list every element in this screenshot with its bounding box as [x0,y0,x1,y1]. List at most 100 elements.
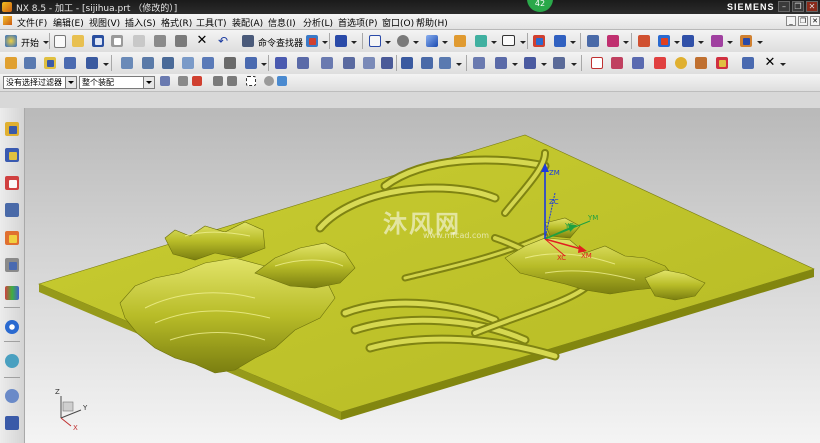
object-dropdown[interactable] [261,63,267,66]
background-color-dropdown[interactable] [520,41,526,44]
snap-arc-icon[interactable] [225,74,241,90]
create-operation-icon[interactable] [84,55,100,71]
select-box-icon[interactable] [244,74,260,90]
copy-object-icon[interactable] [243,55,259,71]
assembly-scope-combo[interactable]: 整个装配 [79,76,155,89]
verify-tool-path-icon[interactable] [341,55,357,71]
background-color-icon[interactable] [500,33,516,49]
feature-navigator-icon[interactable] [3,256,21,274]
show-hide-dropdown[interactable] [351,41,357,44]
assembly-navigator-icon[interactable] [3,120,21,138]
face-color-icon[interactable] [452,33,468,49]
menu-edit[interactable]: 编辑(E) [53,16,84,29]
selection-filter-combo[interactable]: 没有选择过滤器 [3,76,77,89]
save-icon[interactable] [90,33,106,49]
mdi-close-button[interactable]: ✕ [810,16,820,26]
measure-icon[interactable] [738,33,754,49]
menu-insert[interactable]: 插入(S) [125,16,156,29]
history-icon[interactable] [3,352,21,370]
create-method-icon[interactable] [62,55,78,71]
snap-view-dropdown[interactable] [322,41,328,44]
operation-navigator-icon[interactable] [585,33,601,49]
tool-reach-icon[interactable] [693,55,709,71]
select-body-icon[interactable] [275,74,291,90]
collision-check-icon[interactable] [652,55,668,71]
shaded-cube-icon[interactable] [424,33,440,49]
mdi-restore-button[interactable]: ❐ [798,16,808,26]
menu-tools[interactable]: 工具(T) [196,16,227,29]
minimize-window-button[interactable]: – [778,1,790,12]
tool-path-edit-dropdown[interactable] [512,63,518,66]
paste-icon[interactable] [173,33,189,49]
copy-icon[interactable] [152,33,168,49]
geometry-view-icon[interactable] [160,55,176,71]
assembly-scope-dropdown[interactable] [143,77,154,88]
post-process-icon[interactable] [680,33,696,49]
layer-dropdown[interactable] [491,41,497,44]
tool-path-play-dropdown[interactable] [571,63,577,66]
toolbar-options-dropdown[interactable] [780,63,786,66]
restore-window-button[interactable]: ❐ [792,1,804,12]
show-hide-icon[interactable] [333,33,349,49]
post-process-output-icon[interactable] [399,55,415,71]
shop-docs-icon[interactable] [379,55,395,71]
nc-output-icon[interactable] [419,55,435,71]
new-file-icon[interactable] [52,33,68,49]
menu-view[interactable]: 视图(V) [89,16,120,29]
rendering-style-icon[interactable] [395,33,411,49]
replay-tool-path-icon[interactable] [295,55,311,71]
wcs-icon[interactable] [531,33,547,49]
undo-icon[interactable]: ↶ [216,33,232,49]
verify-path-icon[interactable] [656,33,672,49]
create-geometry-icon[interactable] [42,55,58,71]
command-finder-icon[interactable] [240,33,256,49]
menu-assemblies[interactable]: 装配(A) [232,16,263,29]
simulate-machine-icon[interactable] [361,55,377,71]
edit-object-icon[interactable] [200,55,216,71]
machining-method-view-icon[interactable] [180,55,196,71]
tv-display-icon[interactable] [589,55,605,71]
start-icon[interactable] [3,33,19,49]
generate-tool-path-icon[interactable] [273,55,289,71]
snap-endpoint-icon[interactable] [190,74,206,90]
system-materials-icon[interactable] [3,387,21,405]
command-finder-label[interactable]: 命令查找器 [258,36,303,49]
create-program-icon[interactable] [3,55,19,71]
wcs-dynamic-icon[interactable] [552,33,568,49]
transform-dropdown[interactable] [727,41,733,44]
list-tool-path-icon[interactable] [319,55,335,71]
menu-format[interactable]: 格式(R) [161,16,192,29]
tool-path-edit-icon[interactable] [493,55,509,71]
tool-path-dropdown[interactable] [623,41,629,44]
tool-path-transform-icon[interactable] [522,55,538,71]
filter-settings-icon[interactable] [158,74,174,90]
menu-window[interactable]: 窗口(O) [382,16,414,29]
tool-data-icon[interactable] [609,55,625,71]
menu-analysis[interactable]: 分析(L) [303,16,333,29]
wcs-dropdown[interactable] [570,41,576,44]
part-navigator-icon[interactable] [3,174,21,192]
tool-path-display-icon[interactable] [471,55,487,71]
shaded-cube-dropdown[interactable] [442,41,448,44]
close-window-button[interactable]: ✕ [806,1,818,12]
model-view[interactable] [25,108,820,443]
post-process-dropdown[interactable] [698,41,704,44]
rendering-style-dropdown[interactable] [413,41,419,44]
ipw-icon[interactable] [740,55,756,71]
create-tool-icon[interactable] [22,55,38,71]
reuse-library-icon[interactable] [3,284,21,302]
nx-menu-icon[interactable] [3,16,12,25]
cut-object-icon[interactable] [222,55,238,71]
close-toolbar-icon[interactable]: ✕ [762,55,778,71]
menu-file[interactable]: 文件(F) [17,16,47,29]
selection-filter-dropdown[interactable] [65,77,76,88]
print-icon[interactable] [109,33,125,49]
tool-path-play-icon[interactable] [551,55,567,71]
constraint-navigator-icon[interactable] [3,146,21,164]
machine-tool-view-icon[interactable] [140,55,156,71]
fit-view-dropdown[interactable] [385,41,391,44]
mdi-minimize-button[interactable]: _ [786,16,796,26]
roles-icon[interactable] [3,414,21,432]
open-folder-icon[interactable] [70,33,86,49]
menu-help[interactable]: 帮助(H) [416,16,448,29]
